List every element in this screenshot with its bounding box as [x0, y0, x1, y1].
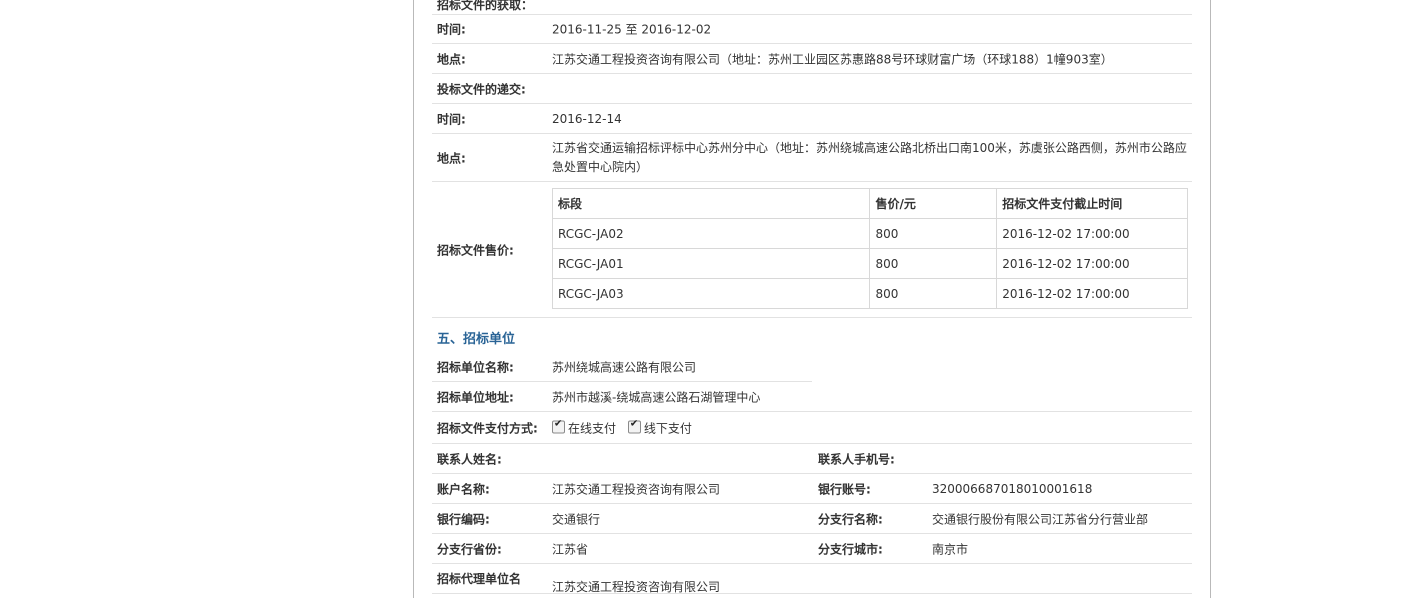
deadline-cell: 2016-12-02 17:00:00 [996, 218, 1188, 249]
col-header-deadline: 招标文件支付截止时间 [996, 188, 1188, 219]
doc-submit-time-row: 时间: 2016-12-14 [432, 104, 1192, 134]
pay-method-row: 招标文件支付方式: 在线支付 线下支付 [432, 412, 1192, 444]
deadline-cell: 2016-12-02 17:00:00 [996, 248, 1188, 279]
branch-province-label: 分支行省份: [437, 542, 502, 556]
unit-address-row: 招标单位地址: 苏州市越溪-绕城高速公路石湖管理中心 [432, 382, 1192, 412]
time-value: 2016-11-25 至 2016-12-02 [552, 22, 712, 36]
table-row: RCGC-JA03 800 2016-12-02 17:00:00 [551, 278, 1188, 309]
price-cell: 800 [869, 218, 998, 249]
online-pay-label: 在线支付 [568, 421, 617, 435]
branch-name-label: 分支行名称: [818, 512, 883, 526]
doc-submit-heading-row: 投标文件的递交: [432, 74, 1192, 104]
time-label: 时间: [437, 22, 466, 36]
contact-row: 联系人姓名: 联系人手机号: [432, 444, 1192, 474]
doc-submit-place-row: 地点: 江苏省交通运输招标评标中心苏州分中心（地址：苏州绕城高速公路北桥出口南1… [432, 134, 1192, 182]
unit-name-row: 招标单位名称: 苏州绕城高速公路有限公司 [432, 352, 812, 382]
unit-address-label: 招标单位地址: [437, 390, 514, 404]
offline-pay-label: 线下支付 [643, 421, 692, 435]
unit-address-value: 苏州市越溪-绕城高速公路石湖管理中心 [552, 390, 761, 404]
bank-account-value: 320006687018010001618 [932, 481, 1093, 496]
account-row: 账户名称: 江苏交通工程投资咨询有限公司 银行账号: 3200066870180… [432, 474, 1192, 504]
deadline-cell: 2016-12-02 17:00:00 [996, 278, 1188, 309]
submit-place-value: 江苏省交通运输招标评标中心苏州分中心（地址：苏州绕城高速公路北桥出口南100米，… [552, 141, 1187, 174]
contact-name-label: 联系人姓名: [437, 452, 502, 466]
bank-row: 银行编码: 交通银行 分支行名称: 交通银行股份有限公司江苏省分行营业部 [432, 504, 1192, 534]
price-table: 标段 售价/元 招标文件支付截止时间 RCGC-JA02 800 2016-12… [551, 188, 1188, 309]
doc-get-place-row: 地点: 江苏交通工程投资咨询有限公司（地址：苏州工业园区苏惠路88号环球财富广场… [432, 44, 1192, 74]
online-pay-checkbox[interactable] [552, 418, 565, 433]
section-cell: RCGC-JA02 [551, 218, 871, 249]
section-title: 五、招标单位 [437, 332, 516, 347]
pay-method-label: 招标文件支付方式: [437, 421, 538, 435]
submit-place-label: 地点: [437, 151, 466, 165]
place-label: 地点: [437, 52, 466, 66]
place-value: 江苏交通工程投资咨询有限公司（地址：苏州工业园区苏惠路88号环球财富广场（环球1… [552, 52, 1113, 66]
submit-time-value: 2016-12-14 [552, 111, 622, 126]
unit-name-value: 苏州绕城高速公路有限公司 [552, 360, 697, 374]
bank-code-value: 交通银行 [552, 512, 601, 526]
offline-pay-checkbox[interactable] [627, 418, 641, 433]
pay-method-options: 在线支付 线下支付 [552, 418, 692, 436]
doc-submit-heading: 投标文件的递交: [437, 82, 526, 96]
price-cell: 800 [869, 248, 998, 279]
agent-row: 招标代理单位名 江苏交通工程投资咨询有限公司 [432, 564, 1192, 594]
agent-value: 江苏交通工程投资咨询有限公司 [552, 580, 721, 594]
account-name-label: 账户名称: [437, 482, 490, 496]
doc-get-heading-row: 招标文件的获取： [432, 0, 1192, 15]
table-row: RCGC-JA01 800 2016-12-02 17:00:00 [551, 248, 1188, 279]
branch-name-value: 交通银行股份有限公司江苏省分行营业部 [932, 512, 1149, 526]
bank-code-label: 银行编码: [437, 512, 490, 526]
price-cell: 800 [869, 278, 998, 309]
price-table-header: 标段 售价/元 招标文件支付截止时间 [551, 188, 1188, 219]
branch-city-value: 南京市 [932, 542, 969, 556]
doc-get-time-row: 时间: 2016-11-25 至 2016-12-02 [432, 14, 1192, 44]
submit-time-label: 时间: [437, 112, 466, 126]
col-header-section: 标段 [551, 188, 871, 219]
doc-get-heading: 招标文件的获取： [437, 0, 534, 12]
branch-city-label: 分支行城市: [818, 542, 883, 556]
content-frame: 招标文件的获取： 时间: 2016-11-25 至 2016-12-02 地点:… [413, 0, 1211, 598]
section-cell: RCGC-JA03 [551, 278, 871, 309]
table-row: RCGC-JA02 800 2016-12-02 17:00:00 [551, 218, 1188, 249]
agent-label: 招标代理单位名 [437, 572, 522, 586]
unit-name-label: 招标单位名称: [437, 360, 514, 374]
price-label: 招标文件售价: [437, 243, 514, 257]
bank-account-label: 银行账号: [818, 482, 871, 496]
col-header-price: 售价/元 [869, 188, 998, 219]
account-name-value: 江苏交通工程投资咨询有限公司 [552, 482, 721, 496]
branch-province-value: 江苏省 [552, 542, 589, 556]
branch-row: 分支行省份: 江苏省 分支行城市: 南京市 [432, 534, 1192, 564]
section-cell: RCGC-JA01 [551, 248, 871, 279]
contact-phone-label: 联系人手机号: [818, 452, 895, 466]
